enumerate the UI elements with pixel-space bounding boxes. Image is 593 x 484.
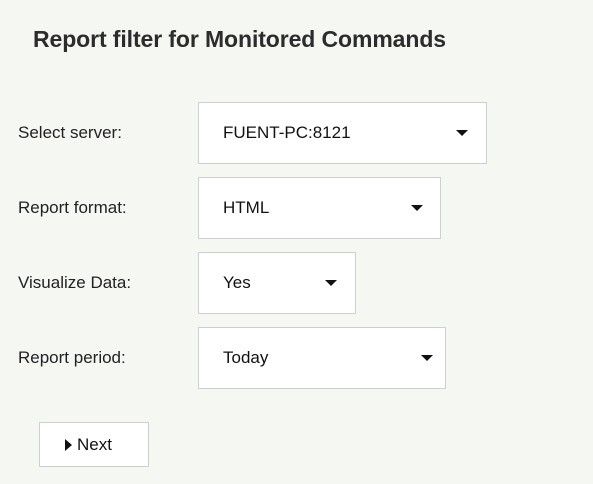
visualize-row: Visualize Data: Yes (0, 252, 593, 314)
next-button[interactable]: Next (39, 422, 149, 467)
format-select-value: HTML (223, 198, 270, 217)
period-label: Report period: (18, 348, 126, 367)
format-label: Report format: (18, 198, 127, 217)
format-row: Report format: HTML (0, 177, 593, 239)
server-select[interactable]: FUENT-PC:8121 (198, 102, 487, 164)
server-row: Select server: FUENT-PC:8121 (0, 102, 593, 164)
chevron-down-icon (421, 355, 433, 361)
period-select-value: Today (223, 348, 269, 367)
visualize-label: Visualize Data: (18, 273, 132, 292)
server-select-value: FUENT-PC:8121 (223, 123, 351, 142)
chevron-down-icon (325, 280, 337, 286)
period-row: Report period: Today (0, 327, 593, 389)
visualize-select-value: Yes (223, 273, 251, 292)
next-button-label: Next (77, 435, 112, 454)
server-label: Select server: (18, 123, 122, 142)
play-triangle-icon (65, 439, 72, 451)
format-select[interactable]: HTML (198, 177, 441, 239)
chevron-down-icon (456, 130, 468, 136)
chevron-down-icon (411, 205, 423, 211)
visualize-select[interactable]: Yes (198, 252, 356, 314)
page-title: Report filter for Monitored Commands (33, 26, 446, 52)
period-select[interactable]: Today (198, 327, 446, 389)
